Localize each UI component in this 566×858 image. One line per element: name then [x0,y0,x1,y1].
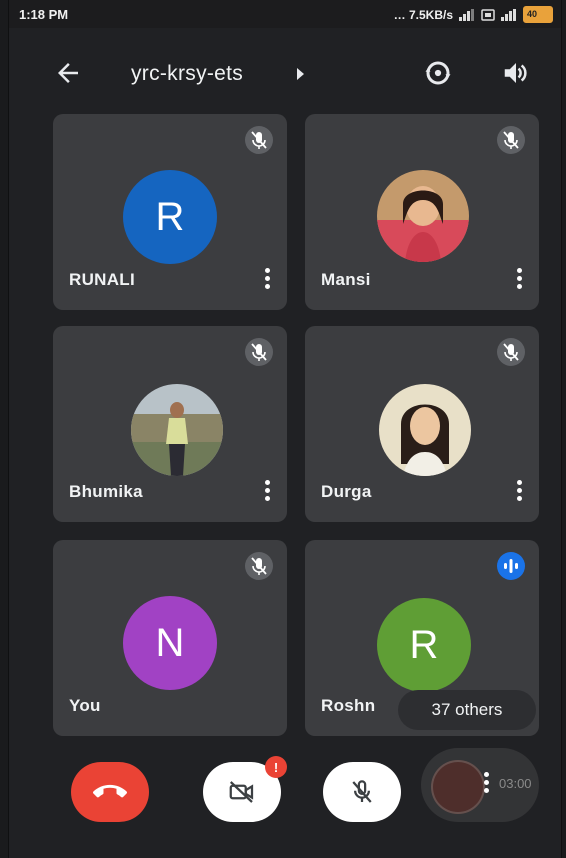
arrow-back-icon[interactable] [53,58,83,88]
phone-hangup-icon [93,784,127,798]
battery-icon: 40 [523,6,553,23]
participant-name: Bhumika [69,482,143,501]
mic-off-icon [497,126,525,154]
participant-tile[interactable]: Bhumika [53,326,287,522]
meeting-code[interactable]: yrc-krsy-ets [131,62,243,86]
end-call-button[interactable] [71,762,149,822]
avatar: R [123,170,217,264]
camera-toggle-button[interactable]: ! [203,756,287,822]
participant-name: Mansi [321,270,371,289]
mic-off-icon [497,338,525,366]
avatar: N [123,596,217,690]
participant-tile[interactable]: Durga [305,326,539,522]
avatar: R [377,598,471,692]
camera-alert-badge: ! [265,756,287,778]
record-icon [431,760,485,814]
camera-off-icon [229,781,254,803]
others-chip[interactable]: 37 others [398,690,536,730]
status-bar: 1:18 PM … 7.5KB/s 40 [9,0,561,28]
network-speed: … 7.5KB/s [393,7,453,22]
more-options-icon[interactable] [517,480,523,502]
participant-tile[interactable]: R RUNALI [53,114,287,310]
participant-name: Roshn [321,696,376,715]
mic-toggle-button[interactable] [323,762,401,822]
mic-off-icon [245,338,273,366]
meeting-details-caret[interactable] [297,68,304,80]
recording-timer: 03:00 [499,776,532,791]
call-header: yrc-krsy-ets [9,44,561,104]
profile-photo [377,170,469,262]
participant-name: You [69,696,101,715]
mic-off-icon [352,780,372,803]
participant-tile-self[interactable]: N You [53,540,287,736]
app-frame: 1:18 PM … 7.5KB/s 40 yrc-krsy-ets R RUNA… [8,0,562,858]
more-options-icon[interactable] [517,268,523,290]
participant-name: RUNALI [69,270,136,289]
more-options-icon[interactable] [265,480,271,502]
signal-icon-2 [501,8,517,21]
more-options-icon[interactable] [484,772,489,796]
profile-photo [379,384,471,476]
participant-tile[interactable]: Mansi [305,114,539,310]
participant-name: Durga [321,482,372,501]
mic-off-icon [245,552,273,580]
volte-icon [481,8,495,21]
signal-icon [459,8,475,21]
status-time: 1:18 PM [19,7,69,22]
profile-photo [131,384,223,476]
mic-off-icon [245,126,273,154]
speaker-icon[interactable] [501,58,531,88]
speaking-indicator-icon [497,552,525,580]
screen-recorder-overlay[interactable]: 03:00 [421,748,539,822]
switch-camera-icon[interactable] [423,58,453,88]
status-right: … 7.5KB/s 40 [394,6,553,23]
more-options-icon[interactable] [265,268,271,290]
